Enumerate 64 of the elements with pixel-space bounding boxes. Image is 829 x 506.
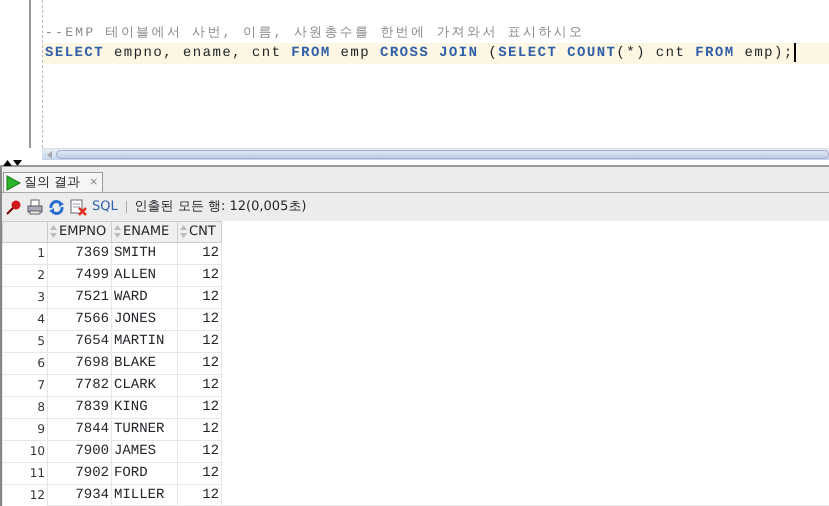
pin-icon[interactable] bbox=[6, 199, 22, 215]
table-cell: TURNER bbox=[112, 418, 178, 440]
table-cell: 7566 bbox=[48, 308, 112, 330]
table-cell: KING bbox=[112, 396, 178, 418]
table-cell: JONES bbox=[112, 308, 178, 330]
table-cell: 12 bbox=[178, 330, 222, 352]
table-cell: 12 bbox=[178, 396, 222, 418]
table-cell: 7782 bbox=[48, 374, 112, 396]
refresh-icon[interactable] bbox=[48, 198, 65, 216]
row-number: 4 bbox=[2, 308, 48, 330]
row-number: 5 bbox=[2, 330, 48, 352]
table-cell: 7844 bbox=[48, 418, 112, 440]
row-number: 8 bbox=[2, 396, 48, 418]
sql-statement: SELECT empno, ename, cnt FROM emp CROSS JOIN (SELECT COUNT(*) cnt FROM emp); bbox=[45, 45, 794, 62]
sort-icon bbox=[180, 225, 187, 238]
sort-icon bbox=[114, 225, 121, 238]
row-number: 2 bbox=[2, 264, 48, 286]
column-header[interactable]: ENAME bbox=[112, 222, 178, 242]
column-header[interactable]: EMPNO bbox=[48, 222, 112, 242]
table-cell: 7902 bbox=[48, 462, 112, 484]
horizontal-scrollbar[interactable] bbox=[42, 148, 829, 160]
table-cell: 7654 bbox=[48, 330, 112, 352]
table-cell: 12 bbox=[178, 462, 222, 484]
sql-comment: --EMP 테이블에서 사번, 이름, 사원총수를 한번에 가져와서 표시하시오 bbox=[44, 24, 586, 42]
table-cell: SMITH bbox=[112, 242, 178, 264]
table-cell: 7698 bbox=[48, 352, 112, 374]
row-number: 9 bbox=[2, 418, 48, 440]
table-cell: ALLEN bbox=[112, 264, 178, 286]
row-number: 1 bbox=[2, 242, 48, 264]
table-cell: 7369 bbox=[48, 242, 112, 264]
row-number: 3 bbox=[2, 286, 48, 308]
sql-link[interactable]: SQL bbox=[92, 197, 118, 217]
table-cell: MARTIN bbox=[112, 330, 178, 352]
table-cell: 12 bbox=[178, 308, 222, 330]
delete-icon[interactable] bbox=[70, 198, 87, 216]
table-cell: 12 bbox=[178, 374, 222, 396]
row-number: 7 bbox=[2, 374, 48, 396]
table-cell: 12 bbox=[178, 418, 222, 440]
row-number: 12 bbox=[2, 484, 48, 506]
table-cell: BLAKE bbox=[112, 352, 178, 374]
run-icon bbox=[6, 174, 21, 190]
table-cell: 12 bbox=[178, 440, 222, 462]
table-cell: 12 bbox=[178, 352, 222, 374]
table-cell: 7499 bbox=[48, 264, 112, 286]
row-number: 10 bbox=[2, 440, 48, 462]
column-header[interactable]: CNT bbox=[178, 222, 222, 242]
table-cell: WARD bbox=[112, 286, 178, 308]
print-icon[interactable] bbox=[27, 199, 43, 215]
row-number: 6 bbox=[2, 352, 48, 374]
table-cell: 12 bbox=[178, 286, 222, 308]
text-cursor bbox=[794, 43, 796, 62]
table-cell: 12 bbox=[178, 264, 222, 286]
sort-icon bbox=[50, 225, 57, 238]
table-cell: 12 bbox=[178, 242, 222, 264]
table-cell: CLARK bbox=[112, 374, 178, 396]
results-tab[interactable]: 질의 결과 × bbox=[3, 172, 104, 192]
table-cell: 7839 bbox=[48, 396, 112, 418]
table-cell: 7900 bbox=[48, 440, 112, 462]
table-cell: JAMES bbox=[112, 440, 178, 462]
row-number: 11 bbox=[2, 462, 48, 484]
table-cell: FORD bbox=[112, 462, 178, 484]
table-cell: MILLER bbox=[112, 484, 178, 506]
fetch-status: 인출된 모든 행: 12(0,005초) bbox=[134, 198, 306, 216]
table-cell: 7521 bbox=[48, 286, 112, 308]
